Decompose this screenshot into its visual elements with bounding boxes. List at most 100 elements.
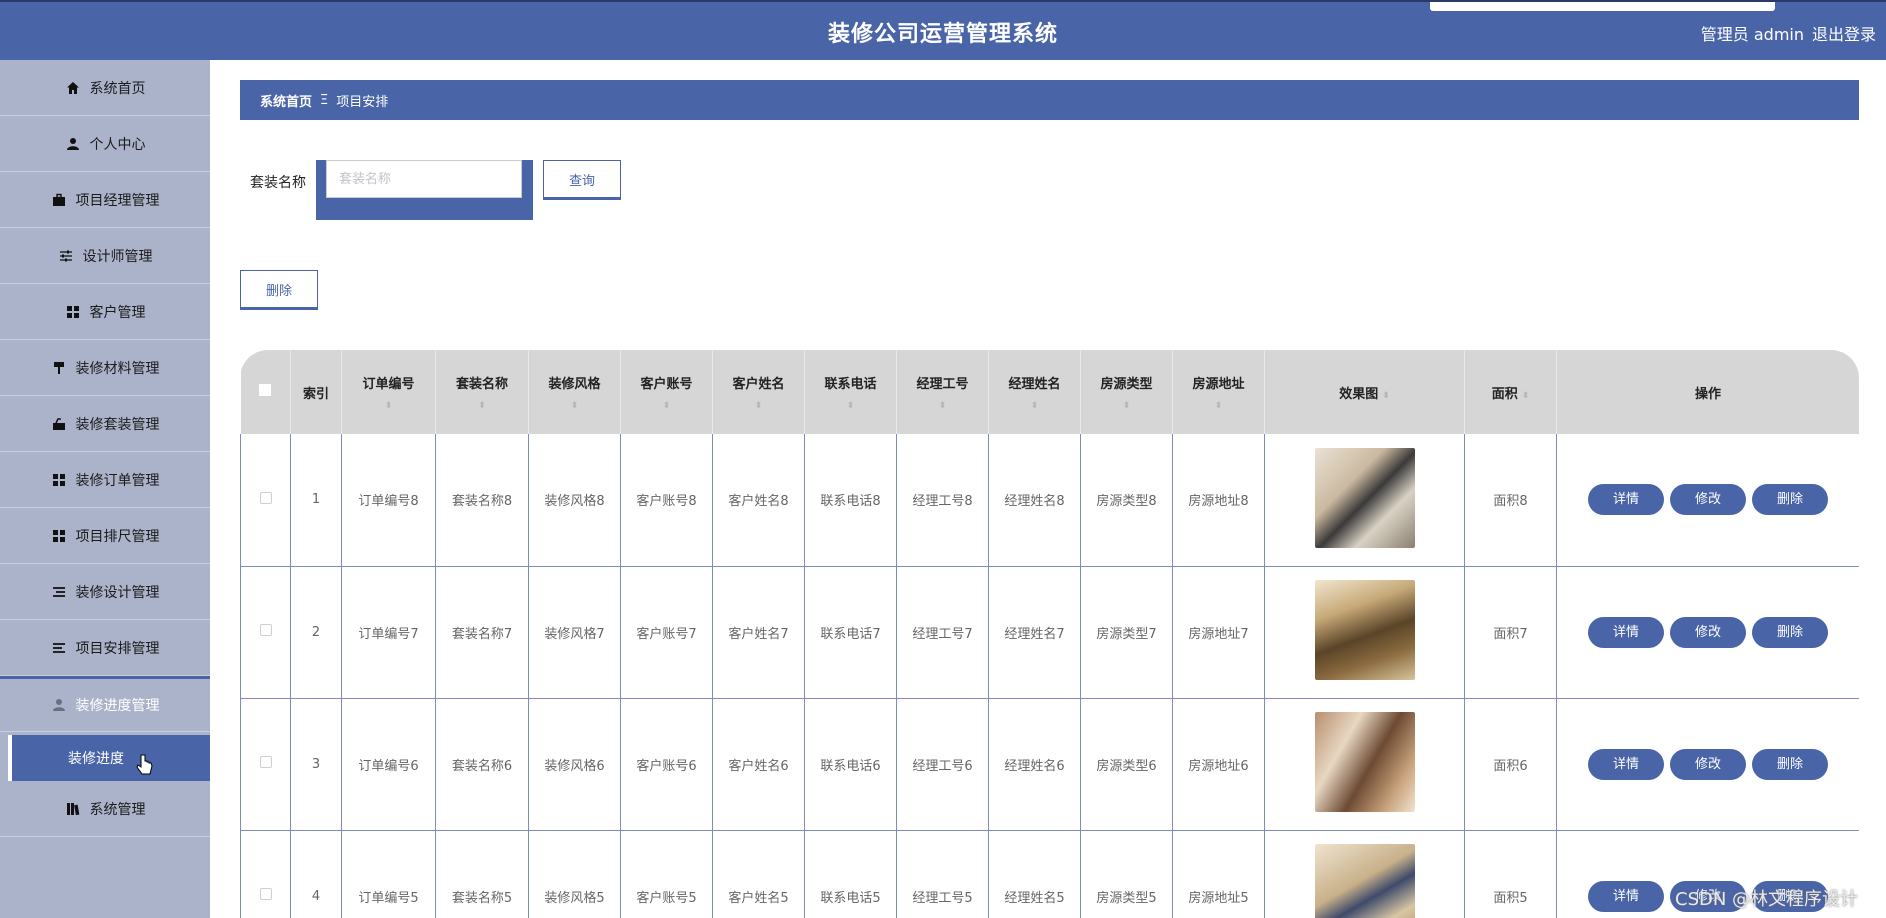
home-icon — [65, 80, 81, 96]
sidebar-subitem-progress[interactable]: 装修进度 — [8, 735, 210, 781]
cell-area: 面积5 — [1464, 830, 1557, 918]
row-checkbox[interactable] — [240, 698, 291, 830]
cell-package-name: 套装名称5 — [435, 830, 529, 918]
rendering-image[interactable] — [1314, 447, 1415, 548]
sidebar-item-materials[interactable]: 装修材料管理 — [0, 340, 210, 396]
sort-icon: ⬍ — [1521, 390, 1530, 401]
sidebar-item-label: 设计师管理 — [82, 248, 153, 265]
sidebar-item-measurement[interactable]: 项目排尺管理 — [0, 508, 210, 564]
sidebar-item-label: 装修材料管理 — [75, 360, 160, 377]
cell-customer-account: 客户账号7 — [620, 566, 713, 698]
sidebar: 系统首页 个人中心 项目经理管理 设计师管理 客户管理 装修材料管理 装修套装管… — [0, 60, 210, 918]
watermark: CSDN @林文程序设计 — [1675, 889, 1859, 910]
cell-manager-name: 经理姓名5 — [988, 830, 1081, 918]
sidebar-item-schedule[interactable]: 项目安排管理 — [0, 620, 210, 676]
row-delete-button[interactable]: 删除 — [1752, 616, 1828, 648]
column-header[interactable]: 客户姓名 ⬍ — [712, 350, 805, 434]
cell-index: 2 — [290, 566, 342, 698]
column-header[interactable]: 房源地址 ⬍ — [1172, 350, 1265, 434]
column-header[interactable]: 客户账号 ⬍ — [620, 350, 713, 434]
sort-icon: ⬍ — [1122, 401, 1131, 411]
sidebar-item-home[interactable]: 系统首页 — [0, 60, 210, 116]
sidebar-item-packages[interactable]: 装修套装管理 — [0, 396, 210, 452]
cell-manager-id: 经理工号6 — [896, 698, 989, 830]
table-row: 1 订单编号8 套装名称8 装修风格8 客户账号8 客户姓名8 联系电话8 经理工号8 经理姓名… — [240, 434, 1859, 566]
cell-order-no: 订单编号7 — [341, 566, 436, 698]
column-header[interactable]: 经理姓名 ⬍ — [988, 350, 1081, 434]
sidebar-item-label: 装修套装管理 — [75, 416, 160, 433]
search-input[interactable] — [326, 160, 522, 198]
cell-package-name: 套装名称7 — [435, 566, 529, 698]
rendering-image[interactable] — [1314, 712, 1415, 812]
edit-button[interactable]: 修改 — [1670, 484, 1746, 516]
sort-icon: ⬍ — [662, 401, 671, 411]
cell-house-address: 房源地址7 — [1172, 566, 1265, 698]
select-all-checkbox[interactable] — [240, 350, 291, 434]
sidebar-item-profile[interactable]: 个人中心 — [0, 116, 210, 172]
logout-link[interactable]: 退出登录 — [1812, 21, 1876, 45]
sidebar-item-system[interactable]: 系统管理 — [0, 781, 210, 837]
sidebar-item-orders[interactable]: 装修订单管理 — [0, 452, 210, 508]
align-icon — [51, 640, 67, 656]
cell-customer-account: 客户账号5 — [620, 830, 713, 918]
cell-customer-name: 客户姓名7 — [712, 566, 805, 698]
column-header[interactable]: 装修风格 ⬍ — [528, 350, 621, 434]
cell-manager-id: 经理工号7 — [896, 566, 989, 698]
sort-icon: ⬍ — [1030, 401, 1039, 411]
detail-button[interactable]: 详情 — [1588, 484, 1664, 516]
row-checkbox[interactable] — [240, 434, 291, 566]
sort-icon: ⬍ — [570, 401, 579, 411]
sidebar-item-project-managers[interactable]: 项目经理管理 — [0, 172, 210, 228]
cell-customer-name: 客户姓名5 — [712, 830, 805, 918]
sidebar-item-progress[interactable]: 装修进度管理 — [0, 676, 210, 732]
sidebar-item-customers[interactable]: 客户管理 — [0, 284, 210, 340]
sidebar-item-designers[interactable]: 设计师管理 — [0, 228, 210, 284]
cell-area: 面积7 — [1464, 566, 1557, 698]
sidebar-item-label: 装修进度管理 — [75, 698, 160, 714]
grid-icon — [51, 472, 67, 488]
cell-area: 面积8 — [1464, 434, 1557, 566]
rendering-image[interactable] — [1314, 580, 1415, 680]
column-header[interactable]: 面积 ⬍ — [1464, 350, 1557, 434]
toolbox-icon — [51, 416, 67, 432]
cell-house-address: 房源地址6 — [1172, 698, 1265, 830]
cell-phone: 联系电话6 — [804, 698, 897, 830]
row-delete-button[interactable]: 删除 — [1752, 484, 1828, 516]
row-checkbox[interactable] — [240, 830, 291, 918]
breadcrumb-separator: Ξ — [320, 92, 329, 108]
table-row: 3 订单编号6 套装名称6 装修风格6 客户账号6 客户姓名6 联系电话6 经理工号6 经理姓名… — [240, 698, 1859, 830]
cell-package-name: 套装名称6 — [435, 698, 529, 830]
detail-button[interactable]: 详情 — [1588, 880, 1664, 912]
top-bar: 装修公司运营管理系统 管理员 admin 退出登录 — [0, 0, 1886, 60]
rendering-image[interactable] — [1314, 844, 1415, 918]
column-header[interactable]: 房源类型 ⬍ — [1080, 350, 1173, 434]
row-checkbox[interactable] — [240, 566, 291, 698]
user-icon — [65, 136, 81, 152]
sidebar-item-label: 项目经理管理 — [75, 192, 160, 209]
column-header[interactable]: 经理工号 ⬍ — [896, 350, 989, 434]
query-button[interactable]: 查询 — [543, 160, 621, 200]
column-header[interactable]: 联系电话 ⬍ — [804, 350, 897, 434]
edit-button[interactable]: 修改 — [1670, 616, 1746, 648]
column-header[interactable]: 订单编号 ⬍ — [341, 350, 436, 434]
sort-icon: ⬍ — [478, 401, 486, 411]
cell-manager-id: 经理工号8 — [896, 434, 989, 566]
sidebar-subitem-label: 装修进度 — [68, 751, 124, 767]
row-delete-button[interactable]: 删除 — [1752, 748, 1828, 780]
cell-manager-id: 经理工号5 — [896, 830, 989, 918]
column-header[interactable]: 效果图 ⬍ — [1264, 350, 1465, 434]
detail-button[interactable]: 详情 — [1588, 748, 1664, 780]
cell-actions: 详情 修改 删除 — [1556, 698, 1859, 830]
edit-button[interactable]: 修改 — [1670, 748, 1746, 780]
sliders-icon — [58, 248, 74, 264]
sort-icon: ⬍ — [846, 401, 855, 411]
breadcrumb-home[interactable]: 系统首页 — [260, 91, 312, 110]
sidebar-item-label: 装修设计管理 — [75, 584, 160, 601]
sidebar-item-design[interactable]: 装修设计管理 — [0, 564, 210, 620]
cell-style: 装修风格8 — [528, 434, 621, 566]
detail-button[interactable]: 详情 — [1588, 616, 1664, 648]
column-header: 操作 — [1556, 350, 1859, 434]
delete-button[interactable]: 删除 — [240, 270, 318, 310]
column-header[interactable]: 套装名称 ⬍ — [435, 350, 529, 434]
top-strip — [1430, 2, 1775, 11]
